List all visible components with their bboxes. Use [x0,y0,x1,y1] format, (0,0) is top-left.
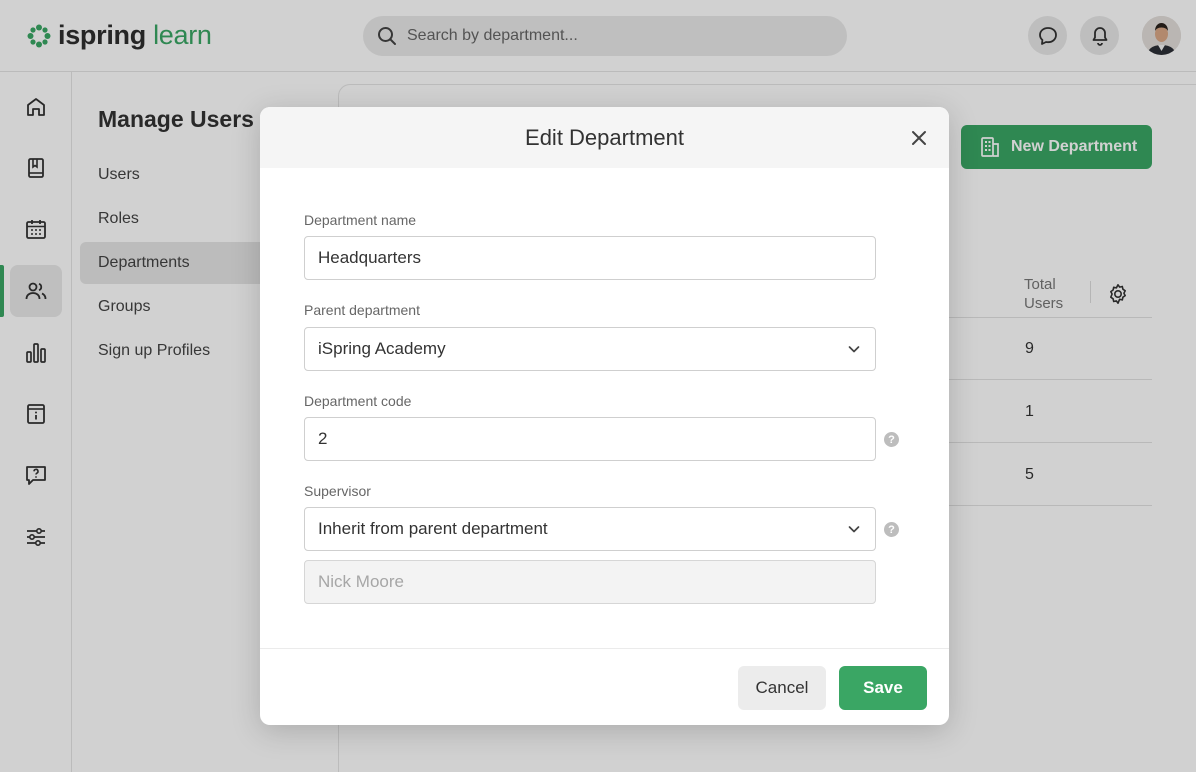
inherited-supervisor-value: Nick Moore [318,572,404,591]
chevron-down-icon [848,526,860,533]
department-code-input[interactable]: 2 [304,417,876,461]
department-name-label: Department name [304,212,417,228]
department-name-input[interactable]: Headquarters [304,236,876,280]
supervisor-select[interactable]: Inherit from parent department [304,507,876,551]
parent-department-label: Parent department [304,302,420,318]
department-code-label: Department code [304,393,412,409]
dialog-title: Edit Department [525,124,684,150]
cancel-button[interactable]: Cancel [738,666,826,710]
dialog-footer: Cancel Save [260,648,949,725]
inherited-supervisor-field: Nick Moore [304,560,876,604]
department-code-value: 2 [318,429,328,448]
close-button[interactable] [907,126,931,150]
chevron-down-icon [848,346,860,353]
edit-department-dialog: Edit Department Department name Headquar… [260,107,949,725]
parent-department-value: iSpring Academy [318,339,446,358]
close-icon [912,131,926,145]
supervisor-value: Inherit from parent department [318,519,548,538]
supervisor-help-icon[interactable]: ? [884,522,899,537]
dialog-header: Edit Department [260,107,949,168]
department-code-help-icon[interactable]: ? [884,432,899,447]
parent-department-select[interactable]: iSpring Academy [304,327,876,371]
department-name-value: Headquarters [318,248,422,267]
supervisor-label: Supervisor [304,483,371,499]
save-button[interactable]: Save [839,666,927,710]
